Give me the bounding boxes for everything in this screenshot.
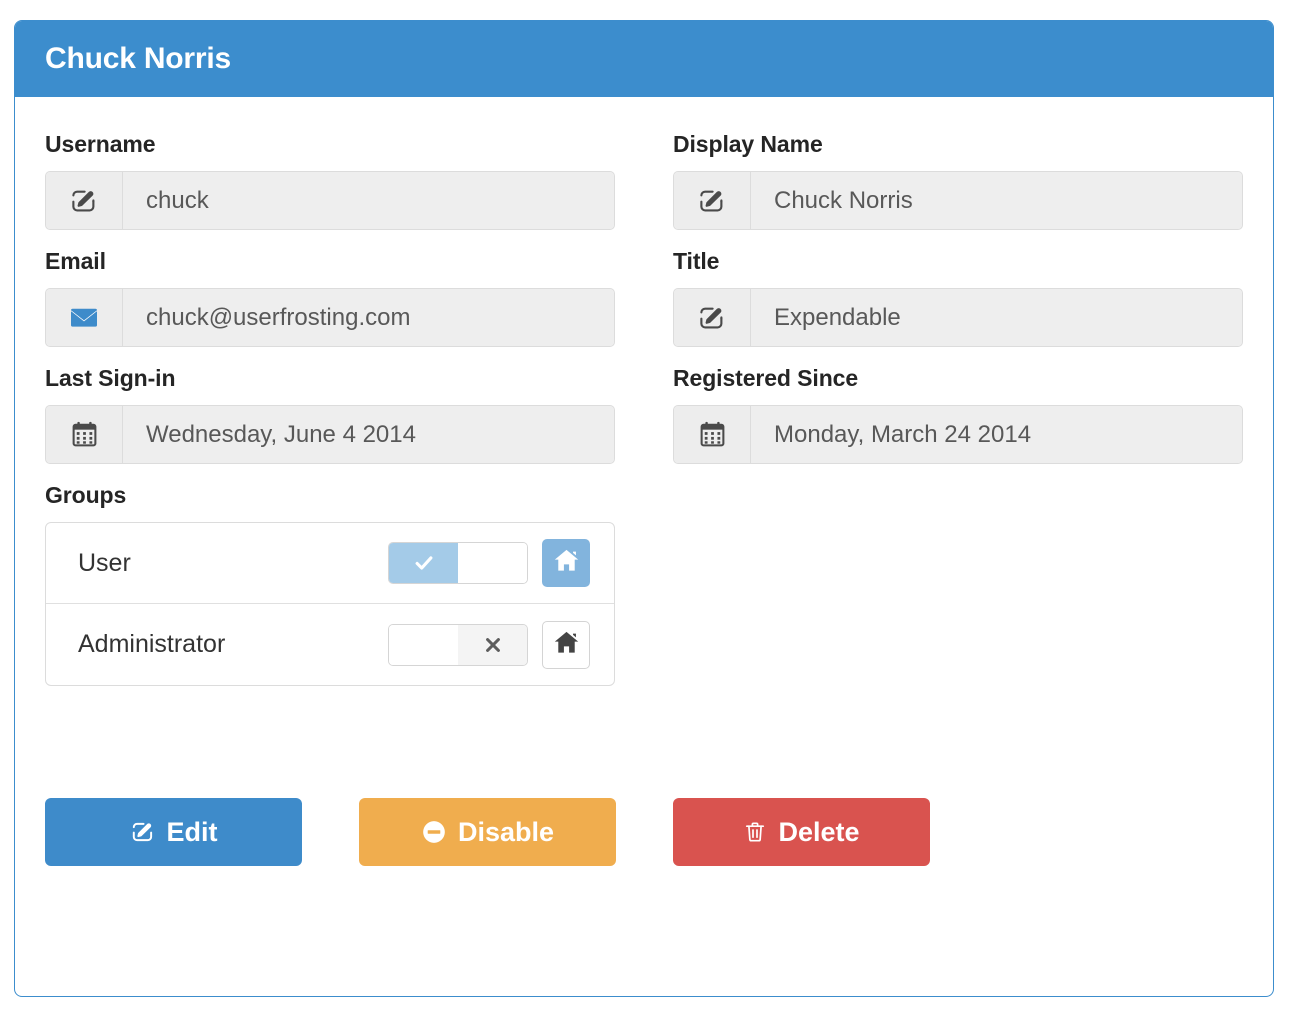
form-col-left-4: Groups User Administrator xyxy=(45,482,644,704)
registered-since-value: Monday, March 24 2014 xyxy=(751,406,1242,463)
form-row-3: Last Sign-in Wednesday, June 4 2014 Regi… xyxy=(45,365,1243,482)
group-name: Administrator xyxy=(78,630,226,658)
last-signin-label: Last Sign-in xyxy=(45,365,176,391)
form-row-4: Groups User Administrator xyxy=(45,482,1243,704)
display-name-input-group[interactable]: Chuck Norris xyxy=(673,171,1243,230)
form-col-left-1: Username chuck xyxy=(45,131,644,248)
list-item: Administrator xyxy=(46,604,614,685)
home-icon xyxy=(553,547,580,579)
last-signin-input-group[interactable]: Wednesday, June 4 2014 xyxy=(45,405,615,464)
field-last-signin: Last Sign-in Wednesday, June 4 2014 xyxy=(45,365,615,464)
group-membership-toggle-administrator[interactable] xyxy=(388,623,528,666)
list-item: User xyxy=(46,523,614,604)
check-icon xyxy=(389,543,458,583)
group-membership-toggle-user[interactable] xyxy=(388,542,528,584)
delete-button[interactable]: Delete xyxy=(673,798,930,866)
trash-icon xyxy=(743,819,767,845)
field-email: Email chuck@userfrosting.com xyxy=(45,248,615,347)
pencil-square-icon xyxy=(46,172,123,229)
pencil-square-icon xyxy=(130,819,156,845)
form-col-left-2: Email chuck@userfrosting.com xyxy=(45,248,644,365)
page-title: Chuck Norris xyxy=(45,42,231,75)
email-input-group[interactable]: chuck@userfrosting.com xyxy=(45,288,615,347)
toggle-track-left xyxy=(389,624,458,665)
display-name-label: Display Name xyxy=(673,131,823,157)
groups-label: Groups xyxy=(45,482,127,508)
envelope-icon xyxy=(46,289,123,346)
display-name-value: Chuck Norris xyxy=(751,172,1242,229)
panel-header: Chuck Norris xyxy=(15,21,1273,97)
form-row-1: Username chuck Display Name Chuck Norris xyxy=(45,131,1243,248)
field-groups: Groups User Administrator xyxy=(45,482,615,686)
field-registered-since: Registered Since Monday, March 24 2014 xyxy=(673,365,1243,464)
home-icon xyxy=(553,629,580,661)
edit-button[interactable]: Edit xyxy=(45,798,302,866)
set-primary-group-button-administrator[interactable] xyxy=(542,620,590,669)
disable-button[interactable]: Disable xyxy=(359,798,616,866)
edit-button-label: Edit xyxy=(166,816,218,847)
title-input-group[interactable]: Expendable xyxy=(673,288,1243,347)
registered-since-input-group[interactable]: Monday, March 24 2014 xyxy=(673,405,1243,464)
title-label: Title xyxy=(673,248,720,274)
field-display-name: Display Name Chuck Norris xyxy=(673,131,1243,230)
form-col-right-1: Display Name Chuck Norris xyxy=(644,131,1243,248)
email-value: chuck@userfrosting.com xyxy=(123,289,614,346)
set-primary-group-button-user[interactable] xyxy=(542,539,590,587)
toggle-track-right xyxy=(458,543,527,583)
calendar-icon xyxy=(46,406,123,463)
minus-circle-icon xyxy=(421,819,447,845)
delete-button-label: Delete xyxy=(778,816,860,847)
groups-list: User Administrator xyxy=(45,522,615,686)
title-value: Expendable xyxy=(751,289,1242,346)
registered-since-label: Registered Since xyxy=(673,365,859,391)
disable-button-label: Disable xyxy=(457,816,555,847)
form-col-right-4 xyxy=(644,482,1243,704)
username-input-group[interactable]: chuck xyxy=(45,171,615,230)
username-label: Username xyxy=(45,131,156,157)
email-label: Email xyxy=(45,248,106,274)
form-col-left-3: Last Sign-in Wednesday, June 4 2014 xyxy=(45,365,644,482)
field-title: Title Expendable xyxy=(673,248,1243,347)
field-username: Username chuck xyxy=(45,131,615,230)
form-col-right-2: Title Expendable xyxy=(644,248,1243,365)
form-row-2: Email chuck@userfrosting.com Title Expen… xyxy=(45,248,1243,365)
last-signin-value: Wednesday, June 4 2014 xyxy=(123,406,614,463)
username-value: chuck xyxy=(123,172,614,229)
user-detail-panel: Chuck Norris Username chuck Display Name… xyxy=(14,20,1274,997)
pencil-square-icon xyxy=(674,289,751,346)
group-name: User xyxy=(78,548,131,577)
pencil-square-icon xyxy=(674,172,751,229)
panel-body: Username chuck Display Name Chuck Norris… xyxy=(15,97,1273,918)
action-button-row: Edit Disable Delete xyxy=(45,798,1243,918)
calendar-icon xyxy=(674,406,751,463)
form-col-right-3: Registered Since Monday, March 24 2014 xyxy=(644,365,1243,482)
times-icon xyxy=(458,624,527,665)
